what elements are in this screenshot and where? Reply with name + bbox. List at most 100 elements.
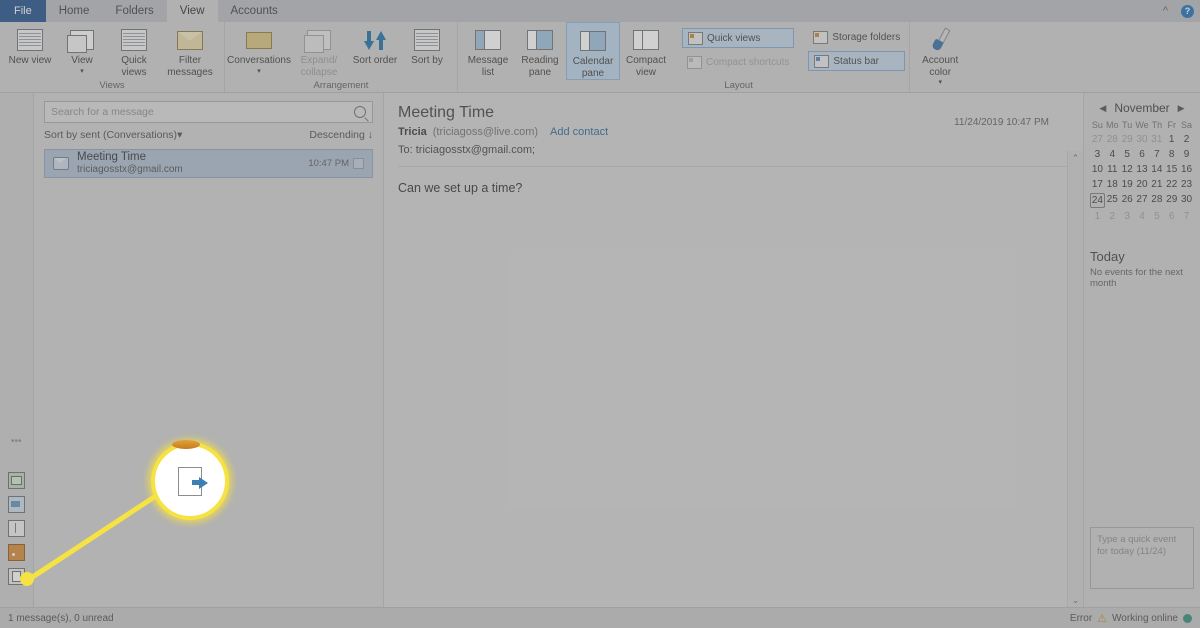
scrollbar-track[interactable] xyxy=(1068,165,1083,593)
calendar-day[interactable]: 19 xyxy=(1120,178,1135,191)
calendar-day[interactable]: 15 xyxy=(1164,163,1179,176)
add-contact-link[interactable]: Add contact xyxy=(550,126,608,138)
calendar-day[interactable]: 11 xyxy=(1105,163,1120,176)
rail-overflow[interactable]: ••• xyxy=(11,436,22,447)
message-list-button[interactable]: Message list xyxy=(462,22,514,78)
calendar-icon[interactable] xyxy=(8,496,25,513)
calendar-day[interactable]: 27 xyxy=(1090,133,1105,146)
weekday-header: Sa xyxy=(1181,120,1193,130)
calendar-day[interactable]: 17 xyxy=(1090,178,1105,191)
quick-views-toggle-label: Quick views xyxy=(707,32,761,44)
recipient-line: To: triciagosstx@gmail.com; xyxy=(398,144,1067,156)
calendar-day[interactable]: 1 xyxy=(1164,133,1179,146)
flag-icon[interactable] xyxy=(353,158,364,169)
compact-view-button[interactable]: Compact view xyxy=(620,22,672,78)
scroll-up-icon[interactable]: ⌃ xyxy=(1068,151,1083,165)
calendar-day[interactable]: 21 xyxy=(1149,178,1164,191)
calendar-pane-button[interactable]: Calendar pane xyxy=(566,22,620,80)
list-item-subject: Meeting Time xyxy=(77,151,147,163)
calendar-day[interactable]: 31 xyxy=(1149,133,1164,146)
calendar-day[interactable]: 6 xyxy=(1164,210,1179,223)
view-button[interactable]: View ▾ xyxy=(56,22,108,75)
calendar-day[interactable]: 7 xyxy=(1179,210,1194,223)
filter-messages-button[interactable]: Filter messages xyxy=(160,22,220,78)
calendar-day[interactable]: 20 xyxy=(1135,178,1150,191)
search-icon[interactable] xyxy=(354,106,366,118)
calendar-day[interactable]: 16 xyxy=(1179,163,1194,176)
sort-order-button[interactable]: Sort order xyxy=(349,22,401,67)
calendar-day[interactable]: 28 xyxy=(1105,133,1120,146)
tab-view[interactable]: View xyxy=(166,0,218,22)
prev-month-button[interactable]: ◀ xyxy=(1099,103,1106,114)
sort-by-icon xyxy=(414,27,440,53)
sort-by-dropdown[interactable]: Sort by sent (Conversations)▾ xyxy=(44,129,182,141)
message-body: Can we set up a time? xyxy=(398,181,523,195)
sort-direction-button[interactable]: Descending ↓ xyxy=(309,129,373,141)
calendar-month-label: November xyxy=(1114,101,1170,115)
help-icon[interactable]: ? xyxy=(1181,4,1194,18)
conversations-button[interactable]: Conversations ▾ xyxy=(227,22,291,75)
calendar-day[interactable]: 9 xyxy=(1179,148,1194,161)
calendar-day[interactable]: 7 xyxy=(1149,148,1164,161)
tab-file[interactable]: File xyxy=(0,0,46,22)
tab-home[interactable]: Home xyxy=(46,0,103,22)
new-view-button[interactable]: New view xyxy=(4,22,56,67)
quick-views-button[interactable]: Quick views xyxy=(108,22,160,78)
calendar-day[interactable]: 2 xyxy=(1105,210,1120,223)
list-item[interactable]: Meeting Time triciagosstx@gmail.com 10:4… xyxy=(44,149,373,178)
feeds-icon[interactable] xyxy=(8,544,25,561)
calendar-day[interactable]: 29 xyxy=(1120,133,1135,146)
calendar-day[interactable]: 1 xyxy=(1090,210,1105,223)
tab-folders[interactable]: Folders xyxy=(102,0,166,22)
scroll-down-icon[interactable]: ⌄ xyxy=(1068,593,1083,607)
quick-event-input[interactable]: Type a quick event for today (11/24) xyxy=(1090,527,1194,589)
calendar-day[interactable]: 18 xyxy=(1105,178,1120,191)
calendar-day[interactable]: 8 xyxy=(1164,148,1179,161)
calendar-day[interactable]: 6 xyxy=(1135,148,1150,161)
calendar-day[interactable]: 12 xyxy=(1120,163,1135,176)
expand-collapse-button[interactable]: Expand/ collapse xyxy=(289,22,349,78)
calendar-day[interactable]: 3 xyxy=(1120,210,1135,223)
reading-pane-scrollbar[interactable]: ⌃ ⌄ xyxy=(1067,151,1083,607)
calendar-day[interactable]: 4 xyxy=(1135,210,1150,223)
calendar-day[interactable]: 25 xyxy=(1105,193,1120,208)
search-input[interactable]: Search for a message xyxy=(44,101,373,123)
sender-name: Tricia xyxy=(398,126,427,138)
calendar-day[interactable]: 3 xyxy=(1090,148,1105,161)
weekday-header: Mo xyxy=(1106,120,1119,130)
calendar-day[interactable]: 2 xyxy=(1179,133,1194,146)
mail-icon[interactable] xyxy=(8,472,25,489)
connection-status[interactable]: Working online xyxy=(1112,613,1178,624)
next-month-button[interactable]: ▶ xyxy=(1178,103,1185,114)
calendar-day[interactable]: 5 xyxy=(1149,210,1164,223)
sort-by-button[interactable]: Sort by xyxy=(401,22,453,67)
calendar-day[interactable]: 26 xyxy=(1120,193,1135,208)
status-bar-toggle[interactable]: Status bar xyxy=(808,51,906,71)
compact-shortcuts-toggle[interactable]: Compact shortcuts xyxy=(682,53,794,71)
calendar-day[interactable]: 23 xyxy=(1179,178,1194,191)
calendar-day[interactable]: 30 xyxy=(1179,193,1194,208)
error-status[interactable]: Error xyxy=(1070,613,1092,624)
arrow-down-icon: ↓ xyxy=(367,129,373,141)
calendar-day[interactable]: 30 xyxy=(1135,133,1150,146)
account-color-button[interactable]: Account color ▾ xyxy=(914,22,966,86)
chevron-up-icon[interactable]: ^ xyxy=(1159,5,1172,18)
calendar-day[interactable]: 10 xyxy=(1090,163,1105,176)
storage-folders-toggle[interactable]: Storage folders xyxy=(808,28,905,46)
calendar-day[interactable]: 27 xyxy=(1135,193,1150,208)
calendar-day[interactable]: 14 xyxy=(1149,163,1164,176)
calendar-day[interactable]: 29 xyxy=(1164,193,1179,208)
calendar-day-today[interactable]: 24 xyxy=(1090,193,1105,208)
reading-pane-button[interactable]: Reading pane xyxy=(514,22,566,78)
calendar-day[interactable]: 13 xyxy=(1135,163,1150,176)
calendar-day[interactable]: 22 xyxy=(1164,178,1179,191)
message-count-status: 1 message(s), 0 unread xyxy=(8,612,114,624)
quick-views-toggle[interactable]: Quick views xyxy=(682,28,795,48)
files-icon xyxy=(178,466,208,496)
tab-accounts[interactable]: Accounts xyxy=(218,0,291,22)
compact-view-label: Compact view xyxy=(625,55,666,78)
calendar-day[interactable]: 5 xyxy=(1120,148,1135,161)
contacts-icon[interactable] xyxy=(8,520,25,537)
calendar-day[interactable]: 28 xyxy=(1149,193,1164,208)
calendar-day[interactable]: 4 xyxy=(1105,148,1120,161)
